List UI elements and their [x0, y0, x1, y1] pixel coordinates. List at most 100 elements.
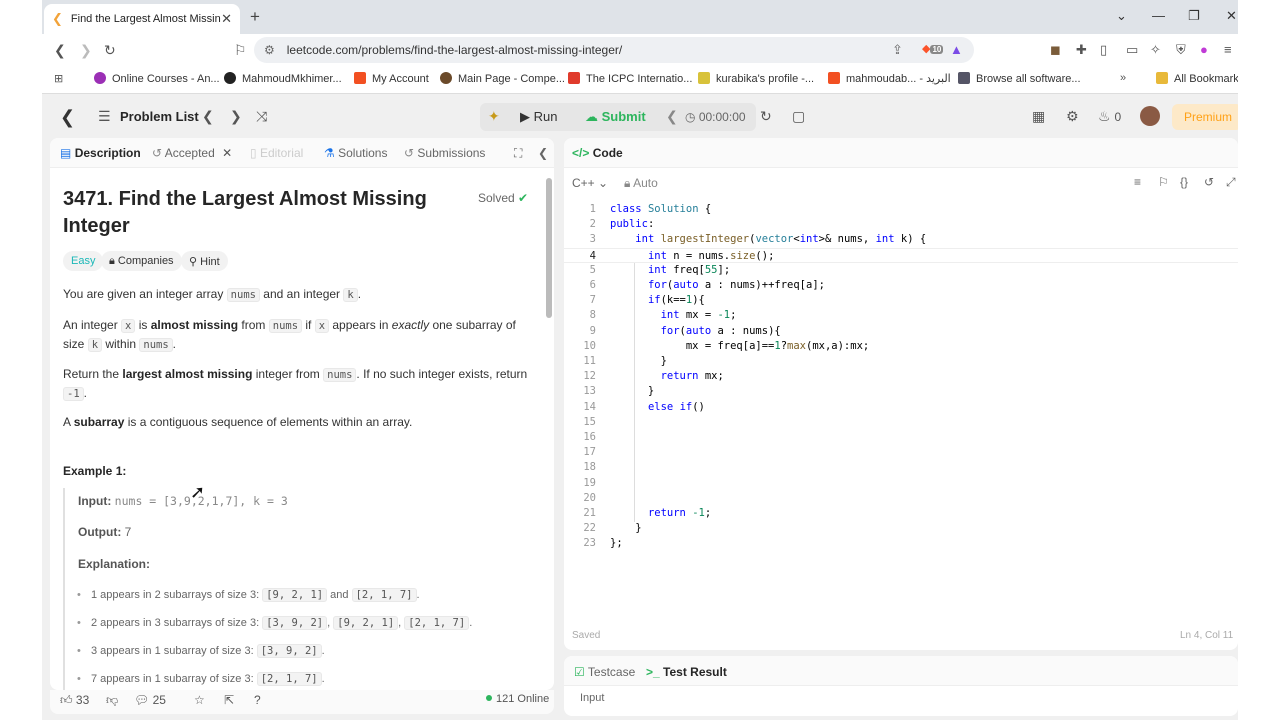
next-problem-icon[interactable]: ❯ — [230, 108, 242, 125]
favorite-star-icon[interactable]: ☆ — [194, 693, 205, 707]
code-line[interactable]: 7 if(k==1){ — [564, 293, 1238, 308]
bookmark-item[interactable]: MahmoudMkhimer... — [224, 72, 342, 85]
share-link-icon[interactable]: ⇱ — [224, 693, 234, 707]
bookmark-item[interactable]: My Account — [354, 72, 429, 85]
back-icon[interactable]: ❮ — [54, 42, 66, 59]
wallet-icon[interactable]: ▭ — [1126, 42, 1138, 58]
problem-title[interactable]: 3471. Find the Largest Almost Missing In… — [63, 186, 443, 240]
comments-button[interactable]: 💬︎ 25 — [134, 693, 166, 707]
code-line[interactable]: 9 for(auto a : nums){ — [564, 324, 1238, 339]
code-line[interactable]: 16 — [564, 430, 1238, 445]
shuffle-icon[interactable]: ⤨ — [256, 108, 267, 125]
format-icon[interactable]: ≡ — [1134, 175, 1141, 189]
language-select[interactable]: C++ ⌄ — [572, 176, 608, 190]
share-icon[interactable]: ⇪ — [892, 42, 903, 58]
scrollbar-thumb[interactable] — [546, 178, 552, 318]
extension-spy-icon[interactable]: ◼ — [1050, 42, 1061, 58]
sidebar-icon[interactable]: ▯ — [1100, 42, 1107, 58]
tab-solutions[interactable]: ⚗ Solutions — [324, 146, 387, 160]
code-line[interactable]: 13 } — [564, 384, 1238, 399]
fullscreen-icon[interactable]: ⤢ — [1226, 175, 1236, 190]
description-scrollbar[interactable] — [544, 168, 554, 682]
avatar[interactable] — [1140, 106, 1160, 126]
extensions-icon[interactable]: ✚ — [1076, 42, 1087, 58]
forward-icon[interactable]: ❯ — [80, 42, 92, 59]
code-line[interactable]: 2 public: — [564, 217, 1238, 232]
companies-tag[interactable]: 🔒︎ Companies — [101, 251, 182, 271]
new-tab-icon[interactable]: + — [250, 7, 260, 27]
address-bar[interactable]: ⚙ leetcode.com/problems/find-the-largest… — [254, 37, 974, 63]
more-bookmarks-icon[interactable]: » — [1120, 72, 1126, 84]
prev-problem-icon[interactable]: ❮ — [202, 108, 214, 125]
list-icon[interactable]: ☰ — [98, 108, 111, 125]
code-line[interactable]: 6 for(auto a : nums)++freq[a]; — [564, 278, 1238, 293]
code-line[interactable]: 18 — [564, 460, 1238, 475]
dislike-icon[interactable]: 👎︎ — [106, 693, 118, 708]
brave-rewards-icon[interactable]: ▲ — [950, 42, 963, 57]
like-button[interactable]: 👍︎ 33 — [60, 693, 89, 708]
help-icon[interactable]: ? — [254, 693, 261, 707]
bookmark-page-icon[interactable]: ⚐ — [234, 42, 247, 59]
layout-icon[interactable]: ▦ — [1032, 108, 1045, 125]
code-line[interactable]: 1 class Solution { — [564, 202, 1238, 217]
bookmark-item[interactable]: kurabika's profile -... — [698, 72, 814, 85]
debug-icon[interactable]: ✦ — [488, 108, 500, 125]
all-bookmarks[interactable]: All Bookmarks — [1156, 72, 1238, 85]
bookmark-item[interactable]: Main Page - Compe... — [440, 72, 565, 85]
code-line[interactable]: 19 — [564, 476, 1238, 491]
code-line[interactable]: 23}; — [564, 536, 1238, 551]
tab-accepted[interactable]: ↺ Accepted ✕ — [152, 146, 232, 160]
tab-editorial[interactable]: ▯ Editorial — [250, 146, 303, 160]
code-line[interactable]: 3 int largestInteger(vector<int>& nums, … — [564, 232, 1238, 247]
code-line[interactable]: 8 int mx = -1; — [564, 308, 1238, 323]
tab-test-result[interactable]: >_ Test Result — [646, 665, 727, 679]
site-info-icon[interactable]: ⚙ — [264, 43, 275, 57]
close-window-icon[interactable]: ✕ — [1226, 8, 1237, 24]
settings-gear-icon[interactable]: ⚙ — [1066, 108, 1079, 125]
vpn-icon[interactable]: ⛨ — [1176, 42, 1186, 58]
code-line[interactable]: 12 return mx; — [564, 369, 1238, 384]
collapse-panel-icon[interactable]: ❮ — [538, 146, 548, 160]
premium-button[interactable]: Premium — [1172, 104, 1238, 130]
menu-icon[interactable]: ≡ — [1224, 42, 1232, 57]
auto-mode[interactable]: 🔒︎ Auto — [624, 176, 658, 191]
tab-submissions[interactable]: ↺ Submissions — [404, 146, 485, 160]
reload-icon[interactable]: ↻ — [104, 42, 116, 59]
apps-grid-icon[interactable]: ⊞ — [54, 72, 63, 85]
close-tab-icon[interactable]: ✕ — [221, 11, 232, 27]
code-line[interactable]: 11 } — [564, 354, 1238, 369]
browser-tab-active[interactable]: ❮ Find the Largest Almost Missing ✕ — [44, 4, 240, 34]
timer[interactable]: ◷ 00:00:00 — [685, 110, 746, 124]
code-line[interactable]: 4 int n = nums.size(); — [564, 247, 1238, 263]
problem-list-link[interactable]: Problem List — [120, 109, 199, 124]
code-editor[interactable]: 1 class Solution {2 public: 3 int largestIn… — [564, 202, 1238, 552]
streak-fire-icon[interactable]: ♨ 0 — [1098, 108, 1121, 125]
code-line[interactable]: 20 — [564, 491, 1238, 506]
bookmark-icon[interactable]: ⚐ — [1158, 175, 1169, 189]
bookmark-item[interactable]: mahmoudab... - البريد — [828, 72, 951, 85]
tab-description[interactable]: ▤ Description — [60, 146, 141, 160]
profile-icon[interactable]: ● — [1200, 42, 1208, 57]
leetcode-logo-icon[interactable]: ❮ — [60, 107, 75, 128]
code-line[interactable]: 14 else if() — [564, 400, 1238, 415]
bookmark-item[interactable]: Online Courses - An... — [94, 72, 220, 85]
braces-icon[interactable]: {} — [1180, 175, 1188, 189]
timer-collapse-icon[interactable]: ❮ — [666, 108, 678, 125]
leo-ai-icon[interactable]: ✧ — [1150, 42, 1161, 58]
code-line[interactable]: 5 int freq[55]; — [564, 263, 1238, 278]
bookmark-item[interactable]: The ICPC Internatio... — [568, 72, 692, 85]
close-tab-x-icon[interactable]: ✕ — [222, 146, 232, 160]
code-line[interactable]: 17 — [564, 445, 1238, 460]
code-line[interactable]: 10 mx = freq[a]==1?max(mx,a):mx; — [564, 339, 1238, 354]
tab-search-icon[interactable]: ⌄ — [1116, 8, 1127, 24]
expand-panel-icon[interactable]: ⛶ — [514, 146, 522, 161]
run-button[interactable]: ▶ Run — [520, 109, 557, 125]
minimize-icon[interactable]: — — [1152, 8, 1165, 23]
tab-testcase[interactable]: ☑ Testcase — [574, 665, 635, 679]
hint-tag[interactable]: ⚲ Hint — [181, 251, 228, 271]
submit-button[interactable]: ☁ Submit — [585, 109, 646, 125]
notes-icon[interactable]: ▢ — [792, 108, 805, 125]
reset-timer-icon[interactable]: ↻ — [760, 108, 772, 125]
code-line[interactable]: 21 return -1; — [564, 506, 1238, 521]
maximize-icon[interactable]: ❐ — [1188, 8, 1200, 24]
